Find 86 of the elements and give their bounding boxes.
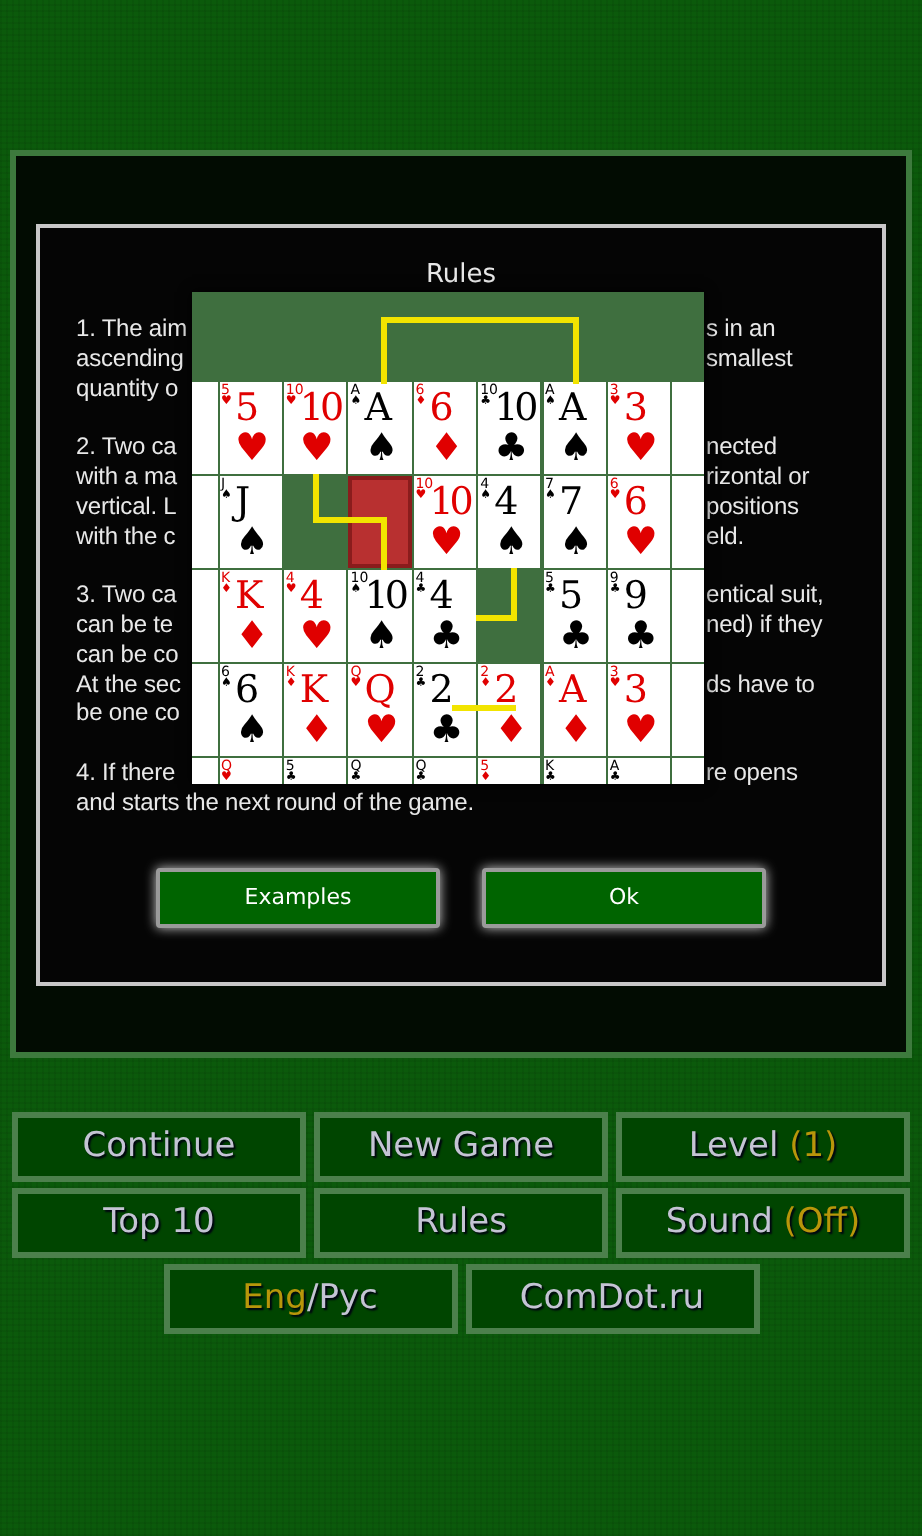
menu-button[interactable]: Continue [12,1112,306,1182]
rules-text: can be te [76,609,175,640]
menu-button[interactable]: ComDot.ru [465,1264,759,1334]
rules-text: nected [706,432,777,462]
card-suit: ♣ [623,618,658,656]
card-suit: ♠ [364,618,399,656]
rules-text: entical suit, [706,580,824,610]
card-rank: 9 [623,576,644,616]
card-rank: 10 [429,482,470,522]
card-rank: 6 [623,482,644,522]
card-rank: 4 [429,576,450,616]
language-button[interactable]: Eng/Рус [163,1264,457,1334]
card-suit: ♥ [623,712,658,750]
rules-text: smallest [706,343,793,374]
rules-text: s in an [706,314,776,344]
rules-text: eld. [706,521,744,551]
dialog-button[interactable]: Examples [156,868,440,928]
card-suit: ♣ [559,618,594,656]
menu-button[interactable]: Sound (Off) [616,1188,910,1258]
card-suit: ♠ [559,524,594,562]
card-rank: K [235,576,260,616]
rules-text: with the c [76,521,178,551]
card-suit: ♠ [364,430,399,468]
card-rank: K [299,670,325,710]
rules-text: quantity o [76,373,181,403]
card-rank: 4 [299,576,320,616]
card-suit: ♠ [559,430,594,468]
rules-text: positions [706,491,799,522]
connection-line [476,568,517,621]
rules-text: rizontal or [706,461,810,492]
card-suit: ♠ [235,712,270,750]
card-rank: 2 [494,670,515,710]
card-suit: ♦ [494,712,529,750]
card-rank: 5 [559,576,580,616]
card-suit: ♥ [429,524,464,562]
card-suit: ♣ [429,618,464,656]
card-rank: A [559,670,583,710]
menu-button[interactable]: Rules [314,1188,608,1258]
rules-text: can be co [76,639,181,670]
rules-text: ascending [76,343,186,374]
card-suit: ♦ [235,618,270,656]
rules-text: be one co [76,698,182,729]
rules-text: 1. The aim [76,314,189,344]
card-suit: ♥ [235,430,270,468]
menu-button[interactable]: Top 10 [12,1188,306,1258]
rules-text: At the sec [76,669,183,699]
rules-text: vertical. L [76,491,179,522]
rules-text: 4. If there [76,757,178,788]
card-suit: ♥ [623,430,658,468]
dialog-button[interactable]: Ok [482,868,766,928]
card-suit: ♣ [494,430,529,468]
card-rank: 6 [235,670,256,710]
card-rank: Q [364,670,392,710]
card-rank: 3 [623,388,644,428]
card-rank: 5 [235,388,256,428]
card-rank: 2 [429,670,450,710]
rules-text: 2. Two ca [76,432,179,462]
card-rank: 6 [429,388,450,428]
card-rank: 10 [494,388,535,428]
card-suit: ♥ [364,712,399,750]
connection-line [452,705,516,711]
card-suit: ♠ [235,524,270,562]
card-suit: ♠ [494,524,529,562]
card-rank: A [559,388,583,428]
card-rank: A [364,388,389,428]
rules-text: ds have to [706,669,815,699]
menu-button[interactable]: Level (1) [616,1112,910,1182]
card-rank: 7 [559,482,580,522]
card-suit: ♣ [429,712,464,750]
card-suit: ♥ [299,618,334,656]
rules-text: ned) if they [706,609,823,640]
dialog-title: Rules [423,258,499,294]
card-suit: ♥ [299,430,334,468]
card-rank: 3 [623,670,644,710]
rules-text: and starts the next round of the game. [76,787,474,818]
card-suit: ♥ [623,524,658,562]
card-rank: J [235,482,247,522]
card-suit: ♦ [559,712,594,750]
rules-text: 3. Two ca [76,580,179,610]
card-suit: ♦ [429,430,464,468]
connection-line [313,474,387,570]
card-rank: 4 [494,482,515,522]
rules-text: re opens [706,757,798,788]
menu-button[interactable]: New Game [314,1112,608,1182]
card-suit: ♦ [299,712,334,750]
rules-text: with a ma [76,461,179,492]
